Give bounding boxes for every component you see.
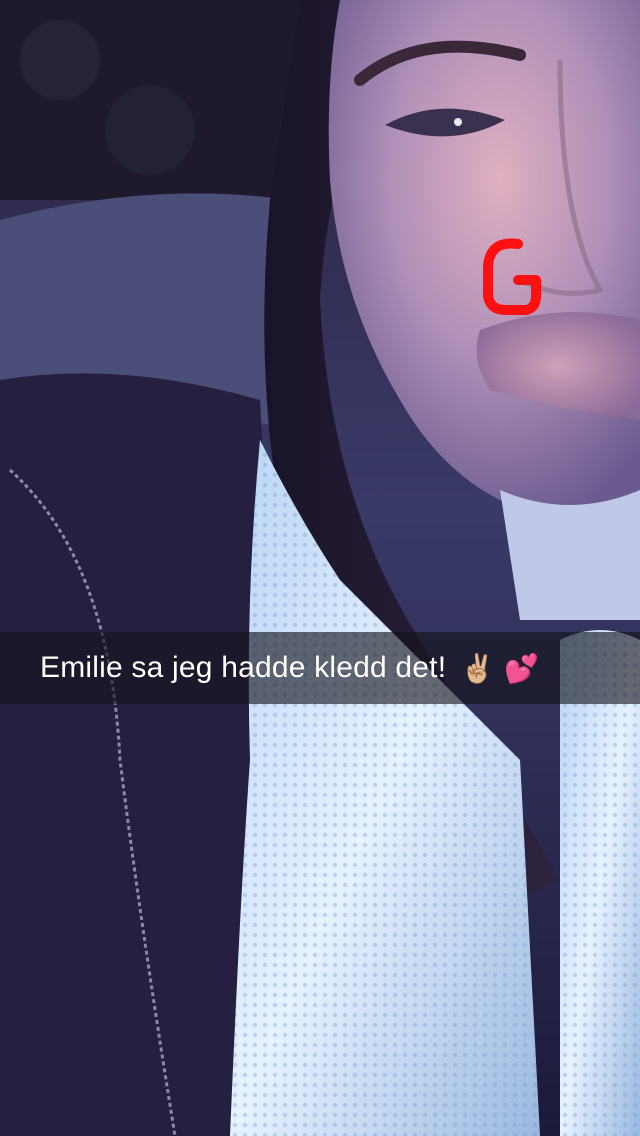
- selfie-photo: [0, 0, 640, 1136]
- doodle-drawing: [483, 238, 541, 315]
- snap-view[interactable]: Emilie sa jeg hadde kledd det! ✌🏼 💕: [0, 0, 640, 1136]
- caption-emoji: ✌🏼 💕: [460, 651, 539, 685]
- caption-text: Emilie sa jeg hadde kledd det!: [40, 651, 447, 684]
- caption-bar[interactable]: Emilie sa jeg hadde kledd det! ✌🏼 💕: [0, 632, 640, 704]
